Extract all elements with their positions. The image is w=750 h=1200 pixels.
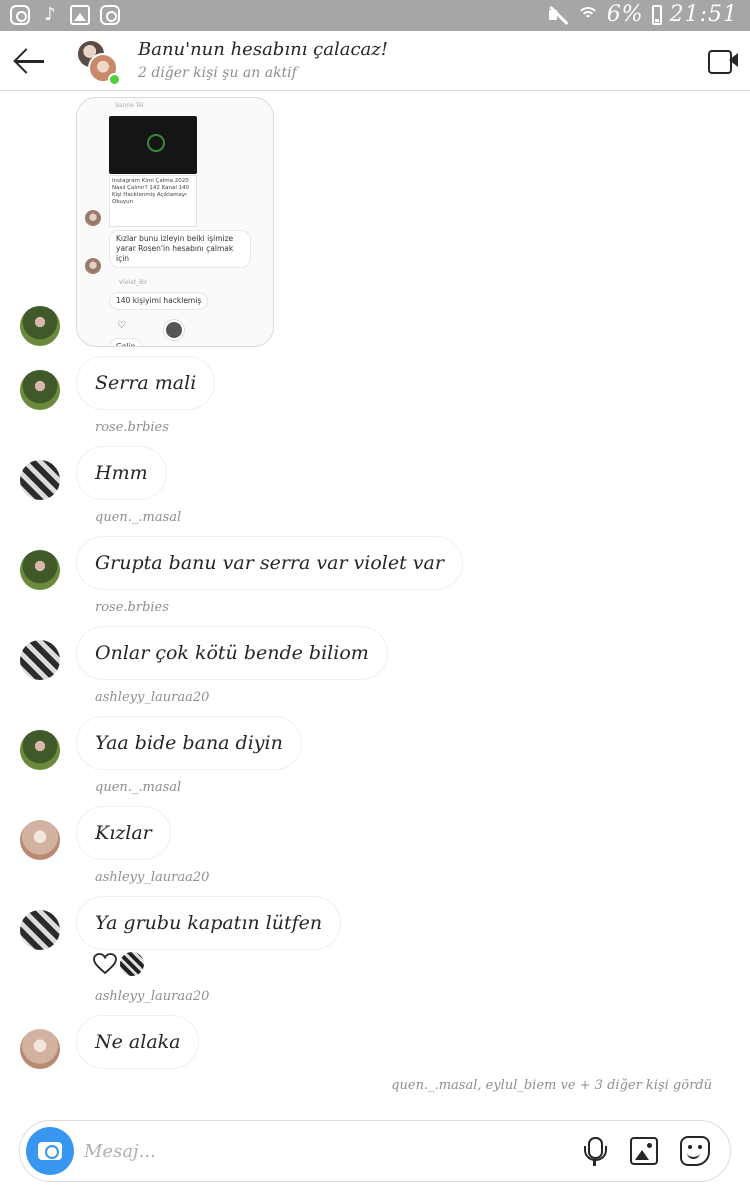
- shared-image-message[interactable]: Sanne Tel Instagram Kimi Çalma 2020 Nası…: [76, 97, 274, 347]
- group-avatar[interactable]: [76, 39, 124, 87]
- shared-heart-icon: ♡: [117, 320, 126, 331]
- sender-username: ashleyy_lauraa20: [95, 870, 210, 885]
- shared-image-sender: Sanne Tel: [115, 102, 144, 109]
- reactor-avatar[interactable]: [120, 952, 144, 976]
- message-bubble[interactable]: Serra mali: [76, 356, 216, 410]
- sender-username: ashleyy_lauraa20: [95, 690, 210, 705]
- shared-message-3: Gelin: [109, 338, 143, 346]
- shared-sender-label: Violet_Bir: [119, 279, 148, 286]
- shared-reaction-avatar: [164, 320, 184, 340]
- message-bubble[interactable]: Hmm: [76, 446, 167, 500]
- message-bubble[interactable]: Kızlar: [76, 806, 171, 860]
- online-indicator: [108, 73, 121, 86]
- shared-video-caption: Instagram Kimi Çalma 2020 Nasıl Çalınır?…: [109, 175, 197, 227]
- clock: 21:51: [669, 2, 738, 27]
- sender-avatar[interactable]: [20, 910, 60, 950]
- message-bubble[interactable]: Ya grubu kapatın lütfen: [76, 896, 342, 950]
- chat-title[interactable]: Banu'nun hesabını çalacaz!: [138, 39, 388, 60]
- sender-username: ashleyy_lauraa20: [95, 989, 210, 1004]
- camera-icon[interactable]: [26, 1127, 74, 1175]
- message-input[interactable]: [84, 1135, 544, 1167]
- message-bubble[interactable]: Ne alaka: [76, 1015, 200, 1069]
- sender-avatar[interactable]: [20, 730, 60, 770]
- back-arrow-icon[interactable]: [12, 43, 48, 79]
- sender-avatar[interactable]: [20, 820, 60, 860]
- gallery-icon[interactable]: [630, 1137, 658, 1165]
- sender-avatar[interactable]: [20, 306, 60, 346]
- seen-by-label: quen._.masal, eylul_biem ve + 3 diğer ki…: [391, 1078, 712, 1093]
- sender-avatar[interactable]: [20, 1029, 60, 1069]
- battery-percent: 6%: [606, 2, 644, 27]
- sender-username: quen._.masal: [95, 780, 182, 795]
- chat-subtitle: 2 diğer kişi şu an aktif: [138, 65, 297, 81]
- message-bubble[interactable]: Onlar çok kötü bende biliom: [76, 626, 388, 680]
- instagram-icon: [10, 5, 30, 25]
- shared-message-2: 140 kişiyimi hacklemiş: [109, 292, 209, 310]
- message-composer: [19, 1120, 731, 1182]
- message-reactions[interactable]: [93, 952, 144, 976]
- message-bubble[interactable]: Yaa bide bana diyin: [76, 716, 302, 770]
- heart-icon[interactable]: [93, 953, 117, 975]
- mute-icon: [547, 5, 569, 25]
- status-bar: ♪ 6% 21:51: [0, 0, 750, 31]
- sender-username: quen._.masal: [95, 510, 182, 525]
- message-bubble[interactable]: Grupta banu var serra var violet var: [76, 536, 463, 590]
- sender-avatar[interactable]: [20, 640, 60, 680]
- video-call-icon[interactable]: [708, 47, 738, 74]
- shared-video-thumbnail: [109, 116, 197, 174]
- sender-username: rose.brbies: [95, 600, 169, 615]
- sender-username: rose.brbies: [95, 420, 169, 435]
- tiktok-icon: ♪: [44, 4, 56, 25]
- gallery-icon: [70, 5, 90, 25]
- microphone-icon[interactable]: [580, 1137, 608, 1167]
- sender-avatar[interactable]: [20, 460, 60, 500]
- shared-avatar: [85, 210, 101, 226]
- shared-message-1: Kızlar bunu izleyin belki işimize yarar …: [109, 230, 251, 268]
- sticker-icon[interactable]: [680, 1136, 710, 1166]
- battery-icon: [651, 4, 662, 25]
- instagram-icon: [100, 5, 120, 25]
- shared-avatar: [85, 258, 101, 274]
- chat-header: Banu'nun hesabını çalacaz! 2 diğer kişi …: [0, 31, 750, 91]
- sender-avatar[interactable]: [20, 550, 60, 590]
- wifi-icon: [576, 5, 599, 25]
- sender-avatar[interactable]: [20, 370, 60, 410]
- system-indicators: 6% 21:51: [547, 2, 738, 27]
- notification-icons: ♪: [10, 5, 120, 25]
